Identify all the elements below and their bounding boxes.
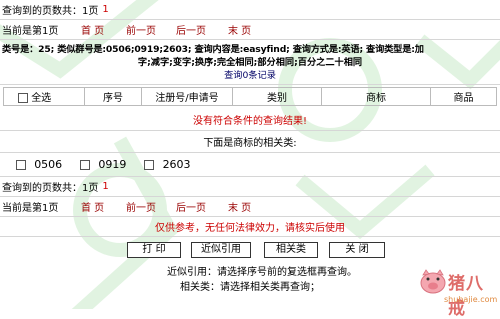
page-link-1[interactable]: 1 [102, 4, 108, 15]
page-nav-top: 当前是第1页 首 页 前一页 后一页 末 页 [0, 20, 500, 40]
col-header-regno: 注册号/申请号 [141, 87, 233, 106]
related-class-button[interactable]: 相关类 [264, 242, 318, 258]
related-class-checkbox-0506[interactable] [16, 160, 26, 170]
bottom-pager: 查询到的页数共： 1页 1 [0, 177, 500, 197]
col-header-class: 类别 [232, 87, 322, 106]
select-all-label: 全选 [31, 93, 52, 104]
related-class-label: 0919 [98, 158, 127, 171]
site-logo: 猪八戒 shubajie.com [418, 266, 500, 319]
next-page-link[interactable]: 后一页 [176, 22, 228, 37]
total-pages-value: 1页 [82, 6, 99, 17]
total-pages-label: 查询到的页数共： [2, 183, 82, 194]
col-header-index: 序号 [84, 87, 142, 106]
query-info: 类号是：25; 类似群号是:0506;0919;2603; 查询内容是:easy… [0, 40, 500, 85]
page-link-1[interactable]: 1 [102, 181, 108, 192]
current-page-label: 当前是第1页 [2, 26, 59, 37]
table-header-row: 全选 序号 注册号/申请号 类别 商标 商品 [3, 87, 497, 106]
disclaimer-text: 仅供参考，无任何法律效力，请核实后使用 [155, 223, 345, 234]
last-page-link[interactable]: 末 页 [228, 199, 251, 214]
col-header-goods: 商品 [430, 87, 497, 106]
related-class-label: 0506 [34, 158, 63, 171]
first-page-link[interactable]: 首 页 [81, 199, 126, 214]
logo-text: 猪八戒 [448, 274, 484, 319]
select-all-cell: 全选 [3, 87, 85, 106]
prev-page-link[interactable]: 前一页 [126, 22, 176, 37]
no-result-row: 没有符合条件的查询结果! [0, 109, 500, 131]
top-pager: 查询到的页数共： 1页 1 [0, 0, 500, 20]
results-table: 全选 序号 注册号/申请号 类别 商标 商品 [3, 87, 497, 106]
similar-reference-button[interactable]: 近似引用 [191, 242, 251, 258]
related-class-item[interactable]: 2603 [144, 158, 191, 171]
query-params-line2: 字;减字;变字;换序;完全相同;部分相同;百分之二十相同 [137, 57, 363, 68]
first-page-link[interactable]: 首 页 [81, 22, 126, 37]
prev-page-link[interactable]: 前一页 [126, 199, 176, 214]
total-pages-label: 查询到的页数共： [2, 6, 82, 17]
page-nav-bottom: 当前是第1页 首 页 前一页 后一页 末 页 [0, 197, 500, 217]
related-class-item[interactable]: 0506 [16, 158, 62, 171]
related-class-checkbox-0919[interactable] [80, 160, 91, 170]
action-buttons-row: 打 印 近似引用 相关类 关 闭 [0, 237, 500, 263]
related-title-row: 下面是商标的相关类: [0, 131, 500, 153]
record-count: 查询0条记录 [224, 70, 276, 81]
related-class-item[interactable]: 0919 [80, 158, 126, 171]
related-class-label: 2603 [162, 158, 191, 171]
total-pages-value: 1页 [82, 183, 99, 194]
current-page-label: 当前是第1页 [2, 203, 59, 214]
disclaimer-row: 仅供参考，无任何法律效力，请核实后使用 [0, 217, 500, 237]
last-page-link[interactable]: 末 页 [228, 22, 251, 37]
next-page-link[interactable]: 后一页 [176, 199, 228, 214]
query-params-line1: 类号是：25; 类似群号是:0506;0919;2603; 查询内容是:easy… [2, 44, 424, 55]
col-header-trademark: 商标 [321, 87, 431, 106]
watermark-url: shubajie.com [444, 295, 498, 304]
related-classes-row: 0506 0919 2603 [0, 153, 500, 177]
select-all-checkbox[interactable] [18, 93, 28, 103]
print-button[interactable]: 打 印 [127, 242, 181, 258]
related-class-checkbox-2603[interactable] [144, 160, 155, 170]
close-button[interactable]: 关 闭 [329, 242, 385, 258]
related-title: 下面是商标的相关类: [203, 138, 297, 149]
pig-logo-icon [420, 269, 446, 294]
no-result-message: 没有符合条件的查询结果! [192, 116, 307, 127]
